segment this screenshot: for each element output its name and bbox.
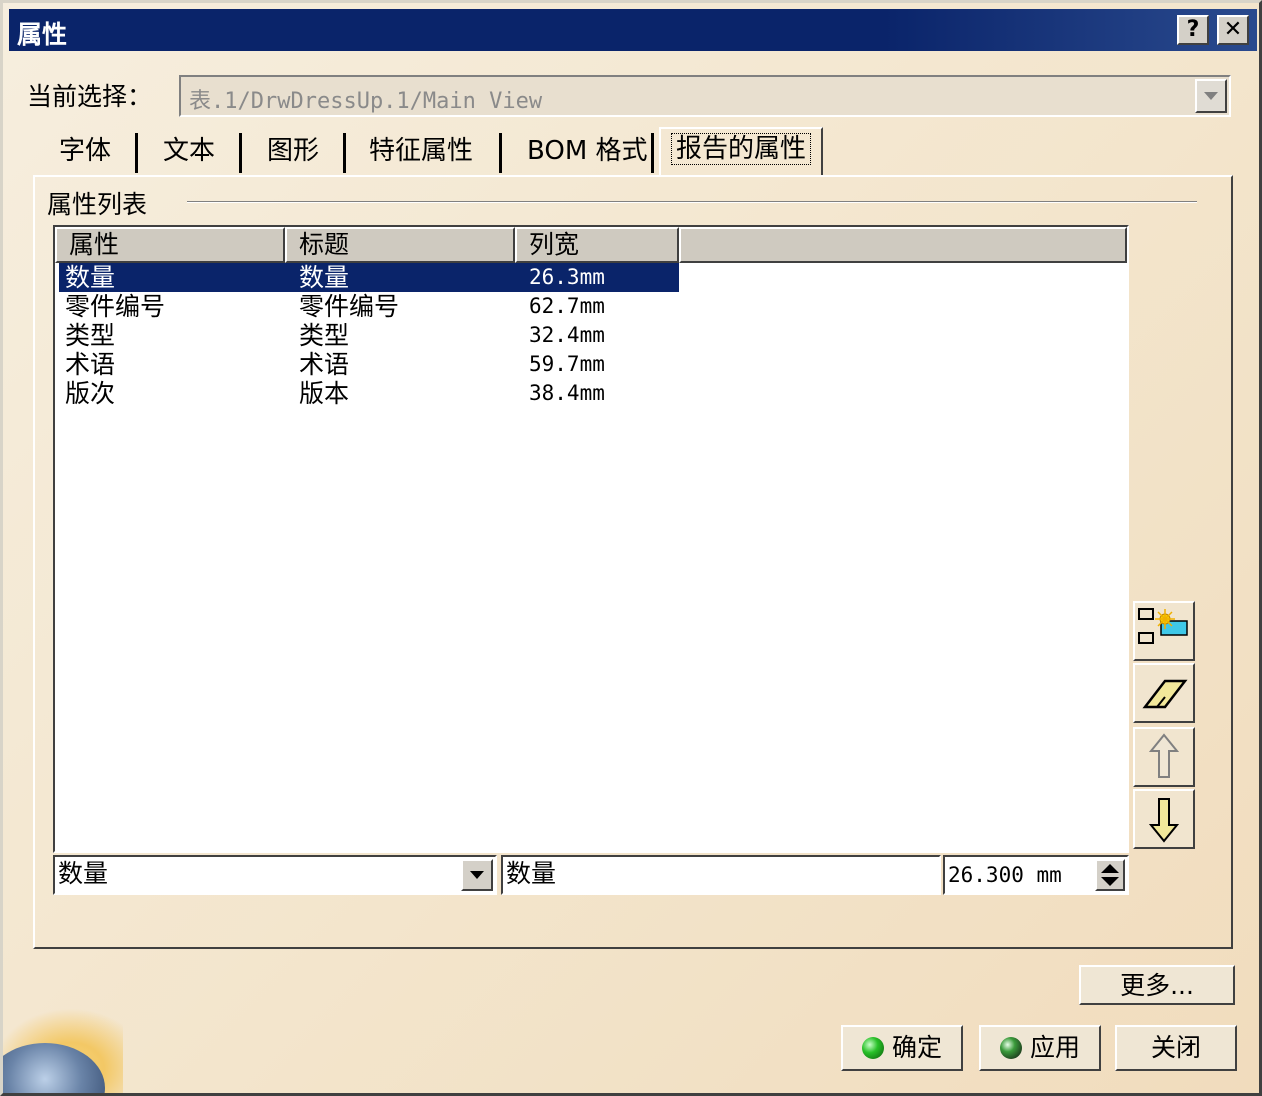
arrow-down-icon <box>1148 798 1180 843</box>
row-width: 32.4mm <box>529 323 605 347</box>
help-button[interactable]: ? <box>1177 15 1209 45</box>
current-selection-combo: 表.1/DrwDressUp.1/Main View <box>179 75 1231 117</box>
column-header-filler <box>679 227 1127 263</box>
row-title: 零件编号 <box>299 292 400 321</box>
eraser-icon <box>1142 679 1188 709</box>
column-header-width[interactable]: 列宽 <box>515 227 679 263</box>
property-dropdown-button[interactable] <box>461 859 493 891</box>
table-row[interactable]: 术语 术语 59.7mm <box>59 350 679 379</box>
current-selection-label: 当前选择： <box>27 82 153 111</box>
row-title: 术语 <box>299 350 350 379</box>
title-bar[interactable]: 属性 ? ✕ <box>9 9 1257 51</box>
arrow-up-icon <box>1148 733 1180 778</box>
apply-ball-icon <box>999 1037 1022 1059</box>
column-width-spinner[interactable]: 26.300 mm <box>943 855 1129 895</box>
row-title: 版本 <box>299 379 350 408</box>
row-property: 零件编号 <box>65 292 166 321</box>
more-button[interactable]: 更多... <box>1079 965 1235 1005</box>
tab-separator <box>239 133 242 173</box>
group-divider <box>187 201 1197 203</box>
column-width-value: 26.300 mm <box>948 863 1062 887</box>
insert-column-icon <box>1138 608 1188 644</box>
row-width: 26.3mm <box>529 265 605 289</box>
tab-reported-properties[interactable]: 报告的属性 <box>659 127 824 177</box>
row-title: 类型 <box>299 321 350 350</box>
move-down-button[interactable] <box>1133 789 1195 849</box>
move-up-button[interactable] <box>1133 727 1195 787</box>
chevron-down-icon <box>1204 92 1218 100</box>
properties-dialog: 属性 ? ✕ 当前选择： 表.1/DrwDressUp.1/Main View … <box>0 0 1262 1096</box>
row-property: 数量 <box>65 263 116 292</box>
title-field[interactable]: 数量 <box>501 855 941 895</box>
apply-button[interactable]: 应用 <box>979 1025 1101 1071</box>
selection-dropdown-button <box>1195 79 1227 113</box>
current-selection-value: 表.1/DrwDressUp.1/Main View <box>189 89 543 114</box>
tab-graphic[interactable]: 图形 <box>267 131 319 173</box>
row-width: 62.7mm <box>529 294 605 318</box>
green-ball-icon <box>861 1037 884 1059</box>
tab-separator <box>343 133 346 173</box>
spinner-buttons[interactable] <box>1095 859 1125 891</box>
apply-button-label: 应用 <box>1029 1033 1080 1062</box>
tab-bom-format[interactable]: BOM 格式 <box>527 131 648 173</box>
close-button[interactable]: 关闭 <box>1115 1025 1237 1071</box>
property-select[interactable]: 数量 <box>53 855 497 895</box>
row-width: 59.7mm <box>529 352 605 376</box>
tab-separator <box>499 133 502 173</box>
row-width: 38.4mm <box>529 381 605 405</box>
table-row[interactable]: 数量 数量 26.3mm <box>59 263 679 292</box>
tab-font[interactable]: 字体 <box>59 131 111 173</box>
tab-separator <box>135 133 138 173</box>
table-row[interactable]: 类型 类型 32.4mm <box>59 321 679 350</box>
spinner-arrows-icon <box>1101 864 1119 886</box>
row-property: 术语 <box>65 350 116 379</box>
column-header-property[interactable]: 属性 <box>55 227 285 263</box>
row-property: 版次 <box>65 379 116 408</box>
ok-button[interactable]: 确定 <box>841 1025 963 1071</box>
row-property: 类型 <box>65 321 116 350</box>
property-list[interactable]: 属性 标题 列宽 数量 数量 26.3mm 零件编号 零件编号 62.7mm 类… <box>53 225 1129 853</box>
tab-text[interactable]: 文本 <box>163 131 215 173</box>
chevron-down-icon <box>470 871 484 879</box>
ok-button-label: 确定 <box>891 1033 942 1062</box>
eraser-button[interactable] <box>1133 663 1195 723</box>
column-header-title[interactable]: 标题 <box>285 227 515 263</box>
insert-column-button[interactable] <box>1133 601 1195 661</box>
tab-feature-properties[interactable]: 特征属性 <box>369 131 473 173</box>
close-window-button[interactable]: ✕ <box>1217 15 1249 45</box>
property-select-value: 数量 <box>58 859 109 888</box>
tab-separator <box>651 133 654 173</box>
table-row[interactable]: 零件编号 零件编号 62.7mm <box>59 292 679 321</box>
tab-reported-properties-label: 报告的属性 <box>671 133 812 165</box>
property-list-group-label: 属性列表 <box>47 190 148 219</box>
window-title: 属性 <box>17 20 68 49</box>
table-row[interactable]: 版次 版本 38.4mm <box>59 379 679 408</box>
row-title: 数量 <box>299 263 350 292</box>
